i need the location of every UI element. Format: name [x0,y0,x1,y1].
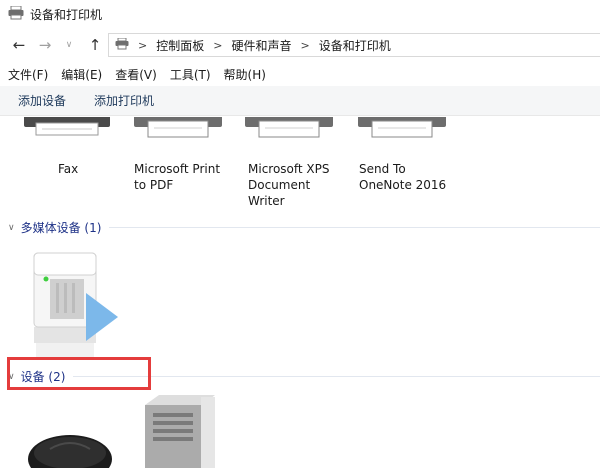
breadcrumb-separator-icon: > [300,38,310,52]
pdf-printer-icon[interactable] [132,117,224,142]
media-server-icon[interactable] [26,245,122,360]
breadcrumb-control-panel[interactable]: 控制面板 [156,37,204,54]
collapse-chevron-icon[interactable]: ∨ [8,223,15,233]
address-bar[interactable]: > 控制面板 > 硬件和声音 > 设备和打印机 [108,33,600,57]
mouse-device-icon[interactable] [28,423,112,468]
computer-tower-icon[interactable] [145,395,215,468]
menu-tools[interactable]: 工具(T) [170,66,211,83]
printer-label-send-to-onenote: Send To OneNote 2016 [359,162,447,192]
breadcrumb-separator-icon: > [138,38,148,52]
printer-label-fax: Fax [58,162,79,176]
devices-content-area: Fax Microsoft Print to PDF Microsoft XPS… [0,117,600,468]
command-bar: 添加设备 添加打印机 [0,86,600,116]
menu-file[interactable]: 文件(F) [8,66,48,83]
group-header-multimedia[interactable]: ∨ 多媒体设备 (1) [8,219,600,236]
highlight-annotation-box [7,357,151,390]
breadcrumb-hardware-sound[interactable]: 硬件和声音 [231,37,291,54]
navigation-bar: ← → ∨ ↑ > 控制面板 > 硬件和声音 > 设备和打印机 [0,30,600,60]
forward-arrow-icon[interactable]: → [36,34,54,56]
printer-label-microsoft-xps-document-writer: Microsoft XPS Document Writer [248,162,330,208]
printer-label-microsoft-print-to-pdf: Microsoft Print to PDF [134,162,221,192]
breadcrumb-separator-icon: > [213,38,223,52]
fax-printer-icon[interactable] [22,117,112,142]
up-arrow-icon[interactable]: ↑ [86,34,104,56]
add-device-button[interactable]: 添加设备 [18,92,66,109]
menu-view[interactable]: 查看(V) [115,66,157,83]
breadcrumb-devices-printers[interactable]: 设备和打印机 [319,37,391,54]
add-printer-button[interactable]: 添加打印机 [94,92,154,109]
window-title: 设备和打印机 [30,7,103,22]
title-bar: 设备和打印机 [0,0,600,28]
back-arrow-icon[interactable]: ← [10,34,28,56]
menu-help[interactable]: 帮助(H) [224,66,266,83]
group-divider [109,227,600,228]
group-label-multimedia: 多媒体设备 (1) [20,221,102,235]
recent-locations-chevron-icon[interactable]: ∨ [60,34,78,56]
devices-printers-icon [8,5,24,23]
onenote-printer-icon[interactable] [356,117,448,142]
xps-printer-icon[interactable] [243,117,335,142]
control-panel-location-icon [115,37,129,53]
menu-edit[interactable]: 编辑(E) [61,66,102,83]
group-divider [73,376,600,377]
menu-bar: 文件(F) 编辑(E) 查看(V) 工具(T) 帮助(H) [0,63,600,85]
